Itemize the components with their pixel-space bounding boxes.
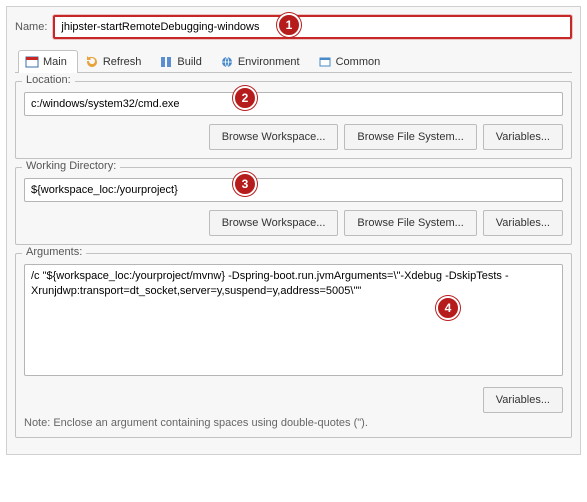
- location-browse-workspace-button[interactable]: Browse Workspace...: [209, 124, 339, 150]
- arguments-variables-button[interactable]: Variables...: [483, 387, 563, 413]
- location-button-row: Browse Workspace... Browse File System..…: [24, 124, 563, 150]
- working-dir-browse-filesystem-button[interactable]: Browse File System...: [344, 210, 476, 236]
- refresh-icon: [85, 55, 99, 69]
- config-panel: Name: 1 Main Refresh Build Env: [6, 6, 581, 455]
- working-dir-input[interactable]: [24, 178, 563, 202]
- environment-icon: [220, 55, 234, 69]
- common-icon: [318, 55, 332, 69]
- working-dir-group: Working Directory: Browse Workspace... B…: [15, 167, 572, 245]
- tab-environment-label: Environment: [238, 56, 300, 68]
- name-input[interactable]: [53, 15, 572, 39]
- name-row: Name: 1: [15, 15, 572, 39]
- working-dir-button-row: Browse Workspace... Browse File System..…: [24, 210, 563, 236]
- tab-common[interactable]: Common: [311, 50, 392, 73]
- build-icon: [159, 55, 173, 69]
- working-dir-browse-workspace-button[interactable]: Browse Workspace...: [209, 210, 339, 236]
- main-icon: [25, 55, 39, 69]
- tab-main[interactable]: Main: [18, 50, 78, 73]
- location-input[interactable]: [24, 92, 563, 116]
- location-browse-filesystem-button[interactable]: Browse File System...: [344, 124, 476, 150]
- tab-build[interactable]: Build: [152, 50, 212, 73]
- name-label: Name:: [15, 21, 47, 33]
- tab-refresh-label: Refresh: [103, 56, 142, 68]
- arguments-label: Arguments:: [22, 246, 86, 258]
- location-variables-button[interactable]: Variables...: [483, 124, 563, 150]
- arguments-group: Arguments: Variables... Note: Enclose an…: [15, 253, 572, 438]
- tab-bar: Main Refresh Build Environment Common: [15, 49, 572, 73]
- tab-main-label: Main: [43, 56, 67, 68]
- tab-common-label: Common: [336, 56, 381, 68]
- working-dir-label: Working Directory:: [22, 160, 120, 172]
- tab-build-label: Build: [177, 56, 201, 68]
- arguments-textarea[interactable]: [24, 264, 563, 376]
- working-dir-variables-button[interactable]: Variables...: [483, 210, 563, 236]
- tab-refresh[interactable]: Refresh: [78, 50, 153, 73]
- tab-environment[interactable]: Environment: [213, 50, 311, 73]
- location-group: Location: Browse Workspace... Browse Fil…: [15, 81, 572, 159]
- arguments-button-row: Variables...: [24, 387, 563, 413]
- arguments-note: Note: Enclose an argument containing spa…: [24, 417, 563, 429]
- location-label: Location:: [22, 74, 75, 86]
